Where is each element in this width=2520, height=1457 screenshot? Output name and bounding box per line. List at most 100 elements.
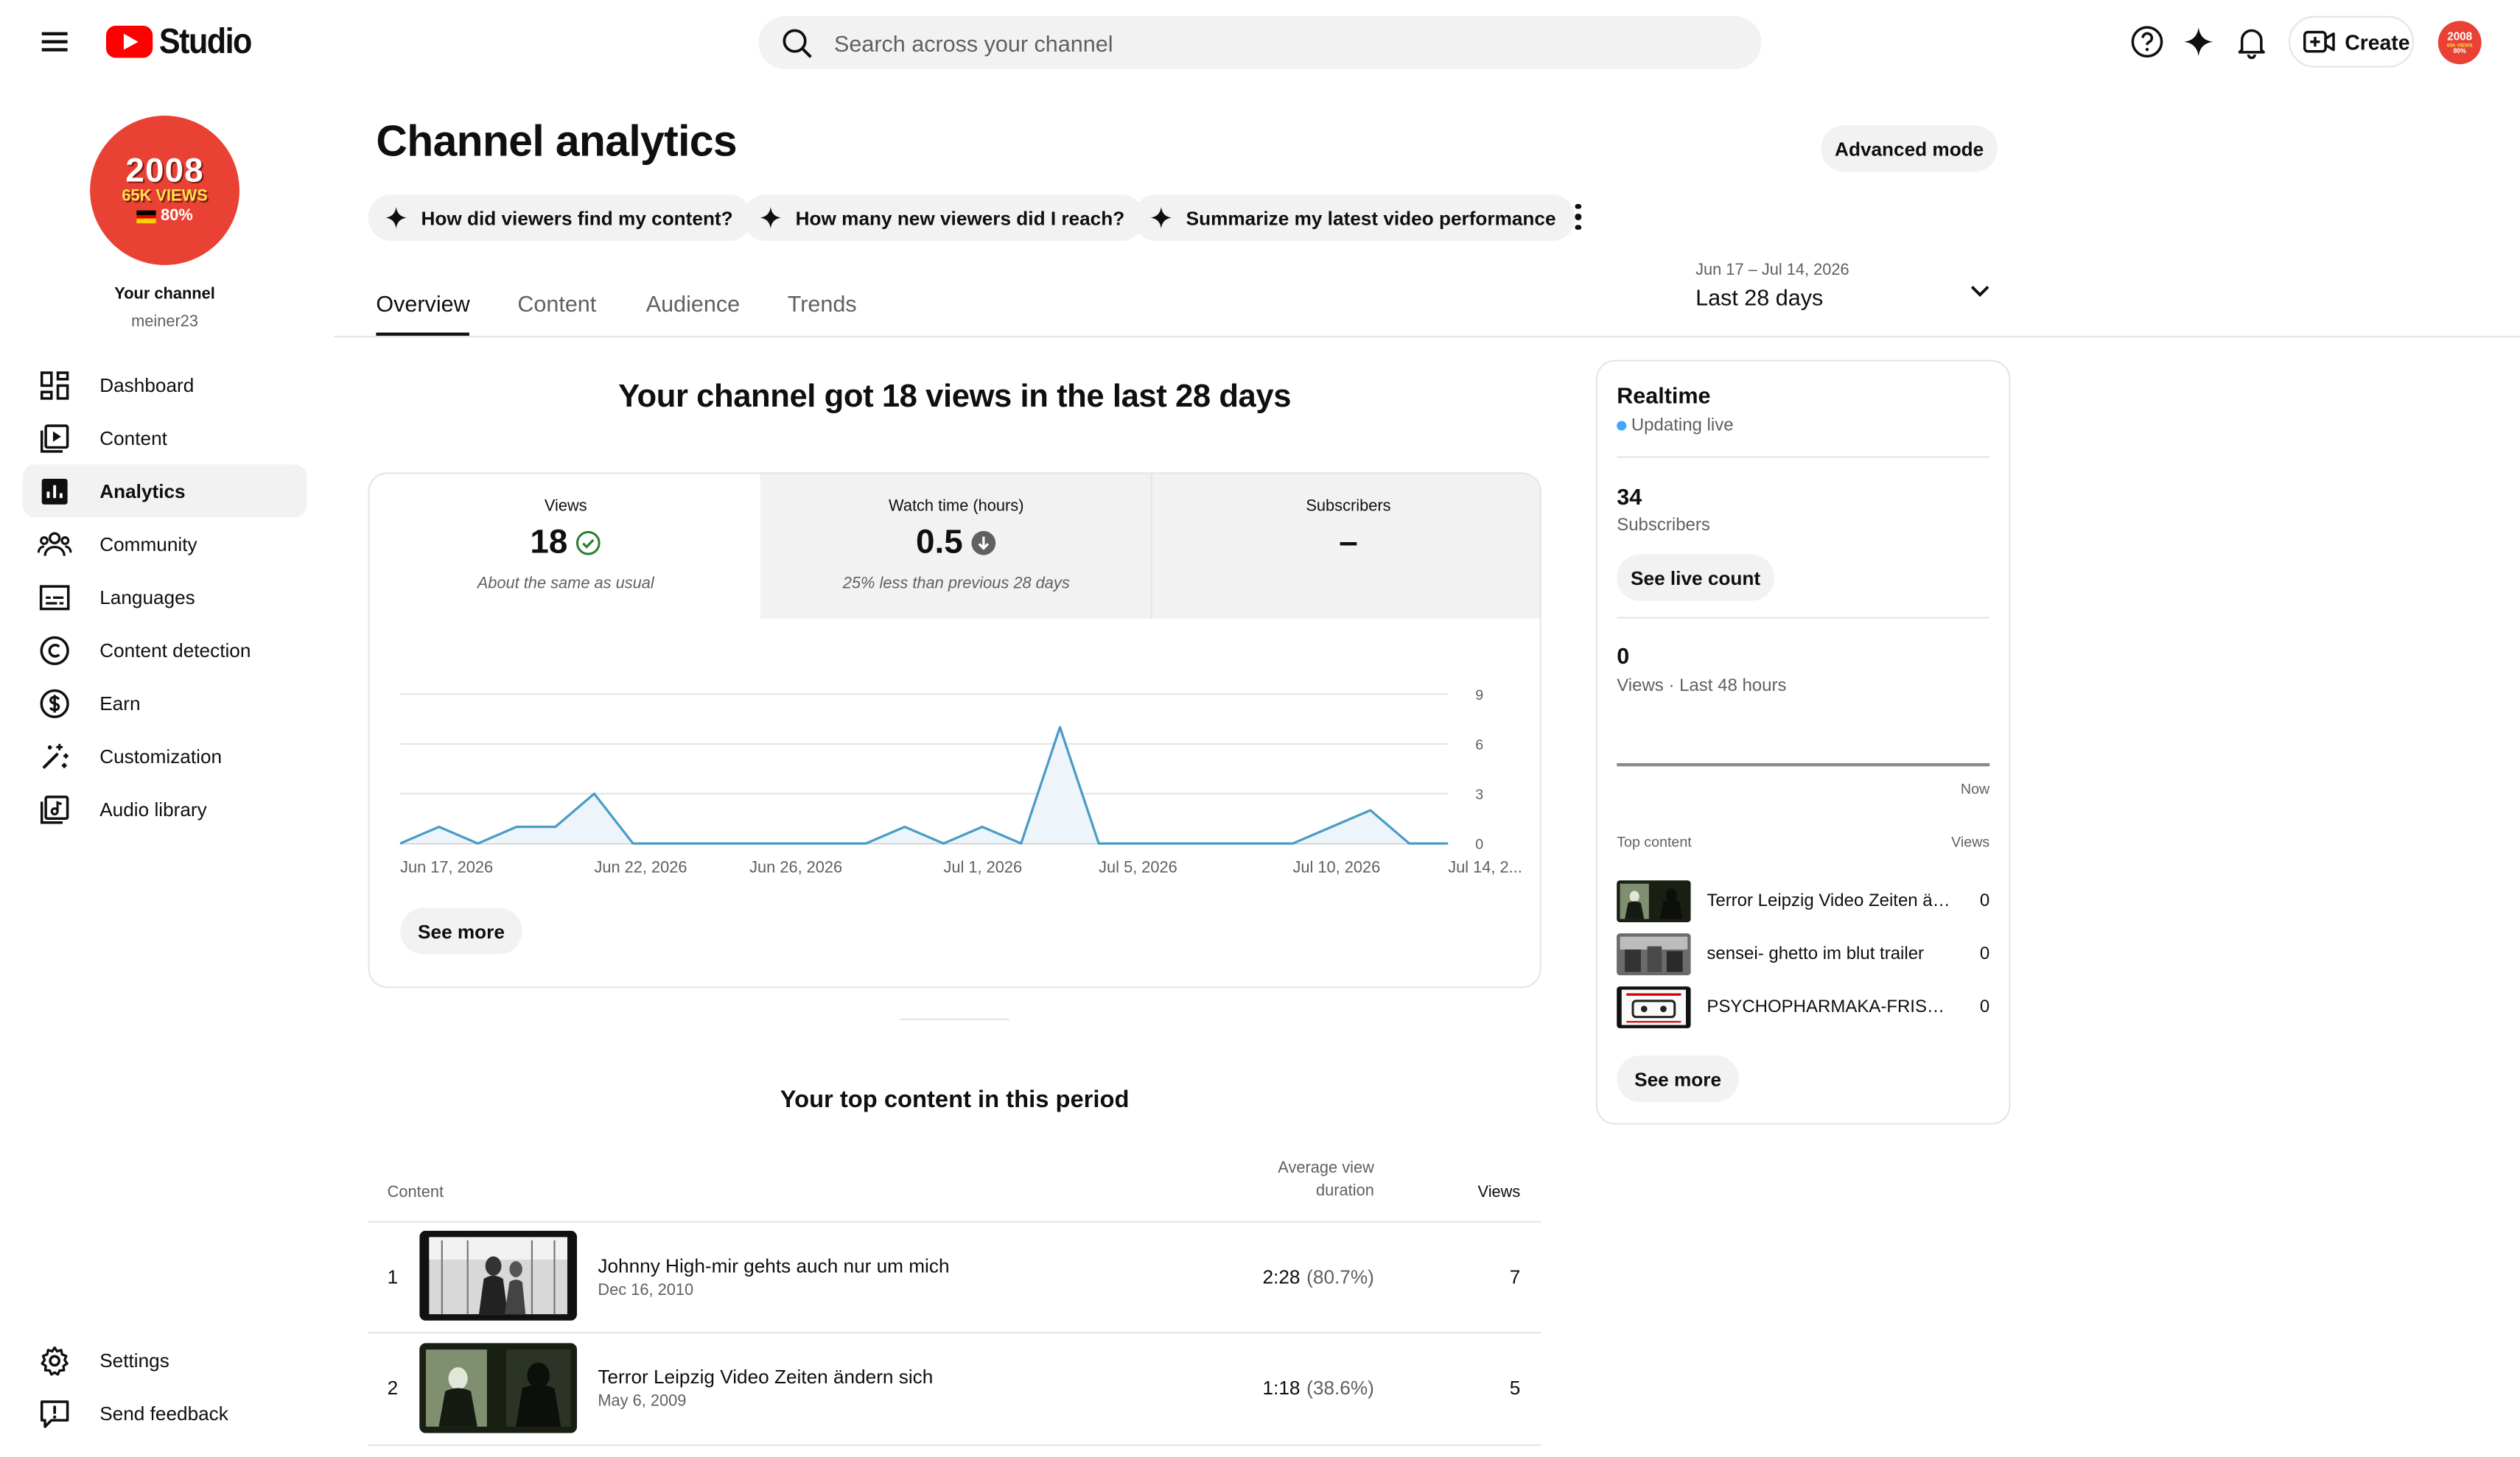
date-range-picker[interactable]: Jun 17 – Jul 14, 2026 Last 28 days — [1695, 262, 1993, 310]
realtime-thumbnail[interactable] — [1617, 880, 1691, 922]
help-icon[interactable] — [2128, 23, 2166, 61]
sidebar-item-content[interactable]: Content — [23, 411, 307, 464]
sidebar-item-settings[interactable]: Settings — [23, 1333, 307, 1386]
tab-content[interactable]: Content — [517, 291, 596, 336]
sparkle-icon[interactable] — [2180, 23, 2218, 61]
realtime-video-title[interactable]: Terror Leipzig Video Zeiten ändern sich — [1707, 892, 1951, 911]
avg-view-duration: 1:18 (38.6%) — [1181, 1377, 1374, 1400]
col-header-views[interactable]: Views — [1456, 1184, 1521, 1201]
x-tick-label: Jun 22, 2026 — [594, 857, 687, 876]
sidebar-item-content-detection[interactable]: Content detection — [23, 623, 307, 676]
advanced-mode-button[interactable]: Advanced mode — [1821, 125, 1998, 172]
video-thumbnail[interactable] — [419, 1230, 578, 1321]
suggestion-chip[interactable]: Summarize my latest video performance — [1133, 194, 1575, 242]
realtime-bar-baseline — [1617, 763, 1990, 766]
series-line — [399, 726, 1449, 845]
realtime-video-title[interactable]: PSYCHOPHARMAKA-FRISCHE TRACKS — [1707, 997, 1951, 1017]
y-tick-label: 0 — [1475, 837, 1483, 853]
realtime-thumbnail[interactable] — [1617, 986, 1691, 1028]
metric-label: Subscribers — [1306, 498, 1391, 516]
metric-label: Watch time (hours) — [889, 498, 1024, 516]
suggestion-chip[interactable]: How many new viewers did I reach? — [742, 194, 1144, 242]
video-title[interactable]: Johnny High-mir gehts auch nur um mich — [598, 1254, 949, 1277]
avd-time: 1:18 — [1262, 1377, 1301, 1400]
sidebar-item-audio-library[interactable]: Audio library — [23, 782, 307, 835]
create-video-icon — [2303, 29, 2336, 55]
col-header-avg-duration[interactable]: Average view duration — [1181, 1160, 1374, 1201]
studio-logo[interactable]: Studio — [105, 21, 262, 63]
search-bar[interactable] — [758, 15, 1762, 69]
chevron-down-icon[interactable] — [1966, 276, 1995, 305]
sidebar-item-analytics[interactable]: Analytics — [22, 464, 307, 518]
metric-value: 18 — [530, 524, 568, 561]
your-channel-label: Your channel — [114, 286, 215, 304]
realtime-video-views: 0 — [1979, 891, 1990, 911]
suggestion-chip[interactable]: How did viewers find my content? — [368, 194, 752, 242]
search-input[interactable] — [834, 29, 1735, 56]
realtime-subscribers-label: Subscribers — [1617, 516, 1710, 536]
notifications-icon[interactable] — [2233, 23, 2271, 61]
col-header-line: duration — [1316, 1182, 1374, 1201]
tab-audience[interactable]: Audience — [646, 291, 740, 336]
tab-overview[interactable]: Overview — [376, 291, 470, 336]
x-tick-label: Jul 14, 2... — [1448, 857, 1522, 876]
sidebar-item-community[interactable]: Community — [23, 517, 307, 570]
account-avatar[interactable]: 2008 65K VIEWS 80% — [2437, 21, 2482, 65]
sidebar-item-label: Content detection — [99, 638, 251, 661]
chip-label: How did viewers find my content? — [421, 206, 733, 229]
avatar-pct-text: 80% — [161, 207, 193, 225]
avatar-year: 2008 — [125, 152, 204, 190]
top-content-title: Your top content in this period — [780, 1086, 1130, 1114]
metric-value: 0.5 — [915, 524, 963, 561]
metric-label: Views — [544, 498, 587, 516]
more-options-icon[interactable] — [1569, 199, 1588, 234]
metric-watch-time[interactable]: Watch time (hours) 0.5 25% less than pre… — [760, 474, 1152, 619]
y-tick-label: 3 — [1475, 787, 1483, 803]
video-title[interactable]: Terror Leipzig Video Zeiten ändern sich — [598, 1366, 933, 1388]
search-icon[interactable] — [781, 27, 813, 59]
content-icon — [37, 420, 72, 455]
sidebar-item-label: Send feedback — [99, 1402, 228, 1425]
realtime-see-more-button[interactable]: See more — [1617, 1055, 1739, 1103]
chip-label: How many new viewers did I reach? — [795, 206, 1125, 229]
metric-note: 25% less than previous 28 days — [842, 575, 1070, 593]
sidebar-item-dashboard[interactable]: Dashboard — [23, 358, 307, 411]
metric-views[interactable]: Views 18 About the same as usual — [370, 474, 762, 618]
create-button[interactable]: Create — [2288, 15, 2415, 68]
sidebar-item-label: Earn — [99, 691, 141, 715]
see-live-count-button[interactable]: See live count — [1617, 554, 1774, 601]
video-thumbnail[interactable] — [419, 1343, 578, 1433]
video-views: 7 — [1509, 1265, 1521, 1289]
row-divider — [368, 1444, 1541, 1447]
sidebar-item-earn[interactable]: Earn — [23, 676, 307, 729]
channel-avatar[interactable]: 2008 65K VIEWS 80% — [90, 116, 239, 265]
x-tick-label: Jun 26, 2026 — [749, 857, 842, 876]
avd-percent: (80.7%) — [1306, 1265, 1374, 1289]
y-tick-label: 9 — [1475, 687, 1483, 703]
dashboard-icon — [37, 367, 72, 402]
sidebar-item-customization[interactable]: Customization — [23, 729, 307, 782]
realtime-video-title[interactable]: sensei- ghetto im blut trailer — [1707, 944, 1951, 963]
sidebar-item-languages[interactable]: Languages — [23, 570, 307, 623]
metric-subscribers[interactable]: Subscribers – — [1152, 474, 1540, 619]
avatar-year: 2008 — [2447, 31, 2473, 43]
sidebar-item-send-feedback[interactable]: Send feedback — [23, 1386, 307, 1439]
menu-icon[interactable] — [35, 23, 74, 61]
tab-trends[interactable]: Trends — [788, 291, 857, 336]
community-icon — [37, 526, 72, 561]
feedback-icon — [37, 1395, 72, 1430]
sparkle-icon — [384, 206, 408, 230]
realtime-subscribers-value: 34 — [1617, 483, 1642, 510]
date-range-dates: Jun 17 – Jul 14, 2026 — [1695, 261, 1849, 280]
x-tick-label: Jul 10, 2026 — [1293, 857, 1381, 876]
sidebar-item-label: Community — [99, 533, 197, 555]
page-title: Channel analytics — [376, 117, 738, 166]
sparkle-icon — [758, 206, 783, 230]
youtube-play-icon — [105, 25, 153, 58]
realtime-top-content-label: Top content — [1617, 834, 1692, 850]
views-chart: 0 3 6 9 Jun 17, 2026 Jun 22, 2026 Jun 26, 2026… — [399, 687, 1522, 876]
row-divider — [368, 1332, 1541, 1334]
realtime-thumbnail[interactable] — [1617, 933, 1691, 975]
see-more-button[interactable]: See more — [400, 907, 522, 955]
realtime-views-value: 0 — [1617, 642, 1630, 669]
